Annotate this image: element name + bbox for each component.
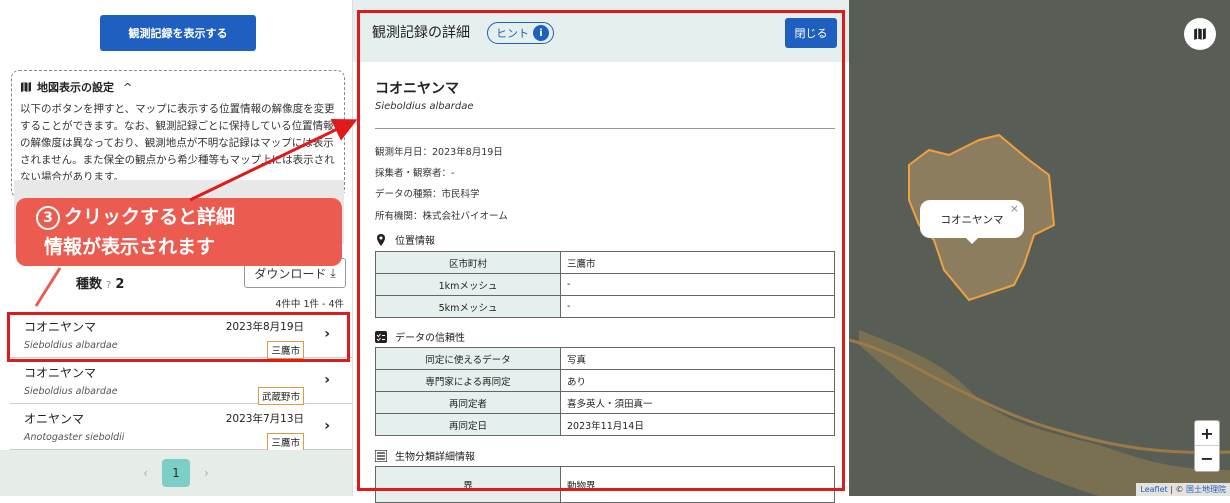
checklist-icon (375, 330, 387, 343)
list-item[interactable]: オニヤンマ Anotogaster sieboldii 2023年7月13日 三… (10, 404, 352, 451)
record-name: オニヤンマ (24, 412, 85, 426)
table-key: 区市町村 (375, 251, 561, 274)
satellite-map (849, 0, 1230, 496)
table-key: 1kmメッシュ (375, 273, 561, 296)
info-icon: i (533, 25, 549, 41)
location-table: 区市町村 三鷹市 1kmメッシュ - 5kmメッシュ - (375, 251, 835, 318)
table-row: 界動物界 (375, 466, 835, 503)
attribution-separator: | © (1170, 485, 1184, 494)
zoom-out-button[interactable]: − (1195, 446, 1219, 471)
zoom-control: + − (1194, 420, 1220, 472)
hint-label: ヒント (496, 27, 529, 40)
download-label: ダウンロード (254, 266, 327, 281)
species-label: 種数 (76, 277, 103, 292)
species-name: コオニヤンマ (375, 81, 459, 97)
table-key: 界 (375, 466, 561, 503)
pin-icon (377, 233, 385, 246)
table-value: 喜多英人・須田真一 (560, 391, 835, 414)
table-key: 再同定者 (375, 391, 561, 414)
detail-title: 観測記録の詳細 (372, 25, 470, 41)
list-icon (375, 449, 387, 462)
zoom-in-button[interactable]: + (1195, 421, 1219, 446)
location-section-heading: 位置情報 (375, 232, 435, 247)
list-item[interactable]: コオニヤンマ Sieboldius albardae 武蔵野市 › (10, 358, 352, 405)
record-detail-panel: 観測記録の詳細 ヒント i 閉じる コオニヤンマ Sieboldius alba… (352, 0, 850, 503)
reliability-section-heading: データの信頼性 (375, 329, 465, 344)
chevron-right-icon: › (324, 418, 330, 434)
species-scientific-name: Sieboldius albardae (375, 101, 474, 112)
table-value: 三鷹市 (560, 251, 835, 274)
record-scientific-name: Anotogaster sieboldii (24, 432, 125, 443)
chevron-right-icon: › (324, 372, 330, 388)
collector: 採集者・観察者：- (375, 168, 455, 179)
table-key: 専門家による再同定 (375, 369, 561, 392)
table-value: あり (560, 369, 835, 392)
step-number: 3 (36, 205, 60, 230)
settings-heading[interactable]: 地図表示の設定 ^ (20, 79, 336, 95)
close-button[interactable]: 閉じる (785, 18, 837, 48)
settings-description: 以下のボタンを押すと、マップに表示する位置情報の解像度を変更することができます。… (20, 103, 335, 183)
location-section-title: 位置情報 (395, 236, 435, 247)
show-records-button[interactable]: 観測記録を表示する (100, 15, 256, 51)
callout-line1: クリックすると詳細 (64, 206, 236, 228)
divider (375, 128, 835, 129)
gsi-link[interactable]: 国土地理院 (1186, 485, 1226, 494)
table-row: 区市町村 三鷹市 (375, 251, 835, 274)
popup-label: コオニヤンマ (940, 213, 1004, 226)
map-layer-button[interactable] (1184, 18, 1216, 50)
prev-page-button[interactable]: ‹ (143, 466, 148, 480)
owner: 所有機関：株式会社バイオーム (375, 211, 508, 222)
table-value: 動物界 (560, 466, 835, 503)
callout-line2: 情報が表示されます (44, 236, 216, 258)
reliability-section-title: データの信頼性 (395, 333, 465, 344)
table-row: 5kmメッシュ - (375, 295, 835, 318)
table-value: - (560, 273, 835, 296)
table-row: 専門家による再同定 あり (375, 369, 835, 392)
species-count-value: 2 (115, 277, 125, 292)
table-row: 同定に使えるデータ 写真 (375, 347, 835, 370)
observed-date: 観測年月日：2023年8月19日 (375, 147, 503, 158)
help-icon[interactable]: ? (106, 280, 111, 291)
table-value: - (560, 295, 835, 318)
location-badge: 三鷹市 (267, 433, 304, 451)
highlight-box (7, 312, 350, 362)
data-type: データの種類：市民科学 (375, 189, 480, 200)
table-row: 再同定日 2023年11月14日 (375, 413, 835, 436)
reliability-table: 同定に使えるデータ 写真 専門家による再同定 あり 再同定者 喜多英人・須田真一 再同… (375, 347, 835, 436)
taxonomy-section-title: 生物分類詳細情報 (395, 452, 475, 463)
species-count: 種数? 2 (76, 273, 124, 292)
map-display-settings: 地図表示の設定 ^ 以下のボタンを押すと、マップに表示する位置情報の解像度を変更… (11, 70, 345, 198)
settings-title: 地図表示の設定 (37, 81, 114, 94)
table-row: 1kmメッシュ - (375, 273, 835, 296)
record-name: コオニヤンマ (24, 366, 97, 380)
hint-button[interactable]: ヒント i (487, 22, 554, 44)
map-attribution: Leaflet | © 国土地理院 (1136, 483, 1230, 496)
chevron-up-icon: ^ (123, 80, 133, 94)
pagination: ‹ 1 › (0, 450, 352, 496)
page-button-current[interactable]: 1 (162, 459, 190, 487)
next-page-button[interactable]: › (204, 466, 209, 480)
map-icon (1194, 28, 1206, 40)
records-panel: 観測記録を表示する 地図表示の設定 ^ 以下のボタンを押すと、マップに表示する位… (0, 0, 352, 496)
annotation-callout: 3 クリックすると詳細 情報が表示されます (16, 198, 342, 266)
table-row: 再同定者 喜多英人・須田真一 (375, 391, 835, 414)
taxonomy-section-heading: 生物分類詳細情報 (375, 448, 475, 463)
table-value: 写真 (560, 347, 835, 370)
map-view[interactable]: コオニヤンマ × + − Leaflet | © 国土地理院 (849, 0, 1230, 496)
record-scientific-name: Sieboldius albardae (24, 386, 118, 397)
map-icon (21, 82, 31, 92)
table-value: 2023年11月14日 (560, 413, 835, 436)
download-icon: ⤓ (330, 265, 336, 280)
table-key: 5kmメッシュ (375, 295, 561, 318)
result-range: 4件中 1件 - 4件 (275, 299, 344, 310)
location-badge: 武蔵野市 (257, 387, 304, 405)
map-popup: コオニヤンマ × (920, 200, 1024, 244)
table-key: 同定に使えるデータ (375, 347, 561, 370)
taxonomy-table: 界動物界 (375, 466, 835, 503)
table-key: 再同定日 (375, 413, 561, 436)
leaflet-link[interactable]: Leaflet (1140, 485, 1167, 494)
record-date: 2023年7月13日 (225, 413, 304, 425)
close-icon[interactable]: × (1010, 202, 1019, 215)
